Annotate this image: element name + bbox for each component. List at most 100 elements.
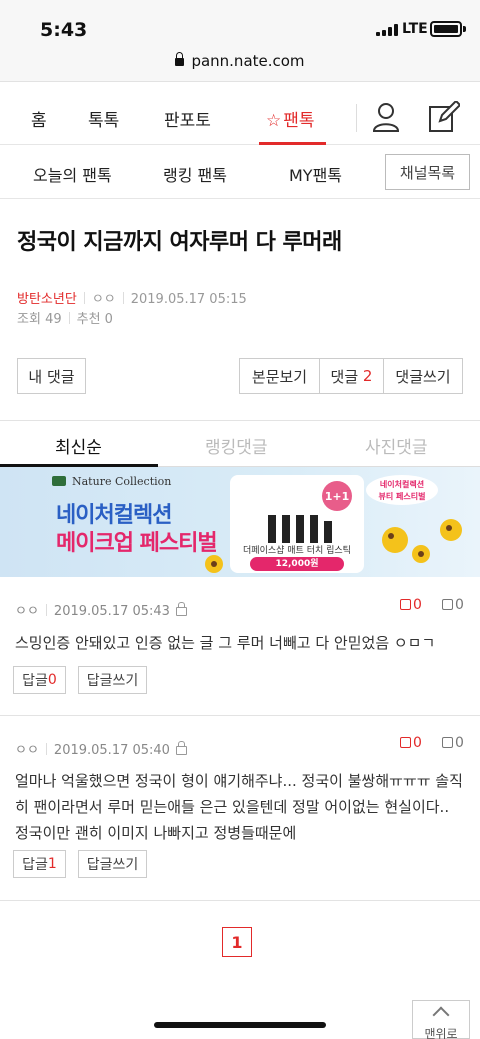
lock-icon: [175, 52, 185, 66]
comment-tabs: 최신순 랭킹댓글 사진댓글: [0, 421, 480, 467]
write-reply-button[interactable]: 답글쓰기: [78, 850, 147, 878]
user-icon[interactable]: [372, 102, 400, 132]
sticker-line1: 네이처컬렉션: [379, 480, 425, 489]
comments-count: 2: [362, 367, 373, 385]
thumbs-down-icon: [442, 737, 453, 748]
browser-chrome: 5:43 LTE pann.nate.com: [0, 0, 480, 82]
url-bar[interactable]: pann.nate.com: [0, 52, 480, 70]
subnav-my[interactable]: MY팬톡: [289, 162, 342, 186]
tab-latest[interactable]: 최신순: [55, 433, 102, 458]
comment-body: 얼마나 억울했으면 정국이 형이 얘기해주냐... 정국이 불쌍해ㅠㅠㅠ 솔직히…: [15, 772, 463, 842]
lipstick-image: [268, 515, 276, 543]
write-icon[interactable]: [428, 101, 460, 133]
reply-button[interactable]: 답글 1: [13, 850, 66, 878]
write-comment-button[interactable]: 댓글쓰기: [383, 358, 463, 394]
promo-badge: 1+1: [322, 481, 352, 511]
chevron-up-icon: [432, 1006, 450, 1024]
tab-ranking[interactable]: 랭킹댓글: [205, 433, 268, 458]
battery-tip: [463, 26, 466, 32]
nav-fantok-label: 팬톡: [283, 111, 315, 131]
thumbs-up-icon: [400, 599, 411, 610]
downvote-button[interactable]: 0: [442, 735, 464, 751]
flower-decoration: [440, 519, 462, 541]
scroll-top-button[interactable]: 맨위로: [412, 1000, 470, 1039]
comment-meta: ㅇㅇ 2019.05.17 05:40: [15, 739, 187, 758]
nav-toktok[interactable]: 톡톡: [88, 106, 119, 131]
status-time: 5:43: [40, 19, 88, 41]
reply-button[interactable]: 답글 0: [13, 666, 66, 694]
comments-button[interactable]: 댓글 2: [319, 358, 384, 394]
channel-list-button[interactable]: 채널목록: [385, 154, 470, 190]
lipstick-image: [324, 521, 332, 543]
main-nav: 홈 톡톡 판포토 ☆ 팬톡: [0, 82, 480, 145]
banner-brand-text: Nature Collection: [72, 475, 172, 488]
divider: [0, 900, 480, 901]
banner-brand: Nature Collection: [52, 475, 171, 488]
recommend-label: 추천: [76, 312, 101, 327]
my-comments-button[interactable]: 내 댓글: [17, 358, 86, 394]
views-label: 조회: [17, 312, 41, 327]
flower-decoration: [412, 545, 430, 563]
star-icon: ☆: [266, 111, 282, 131]
downvote-count: 0: [455, 735, 464, 751]
nav-fantok[interactable]: ☆ 팬톡: [266, 106, 315, 131]
tab-photo[interactable]: 사진댓글: [365, 433, 428, 458]
signal-icon: [376, 24, 398, 36]
url-text: pann.nate.com: [191, 52, 305, 70]
reply-count: 1: [47, 856, 57, 872]
reply-label: 답글: [22, 673, 48, 689]
upvote-count: 0: [413, 735, 422, 751]
ad-banner[interactable]: Nature Collection 네이처컬렉션 메이크업 페스티벌 더페이스샵…: [0, 467, 480, 577]
product-price: 12,000원: [250, 557, 344, 571]
comments-label: 댓글: [330, 367, 359, 386]
upvote-count: 0: [413, 597, 422, 613]
post-date: 2019.05.17 05:15: [130, 292, 247, 307]
comment-author: ㅇㅇ: [15, 743, 39, 758]
comment-author: ㅇㅇ: [15, 604, 39, 619]
product-name: 더페이스샵 매트 터치 립스틱: [243, 546, 351, 556]
comment-meta: ㅇㅇ 2019.05.17 05:43: [15, 600, 187, 619]
post-title: 정국이 지금까지 여자루머 다 루머래: [17, 230, 342, 255]
battery-icon: [430, 21, 462, 37]
reply-label: 답글: [22, 857, 48, 873]
post-category[interactable]: 방탄소년단: [17, 292, 77, 307]
banner-line2: 메이크업 페스티벌: [56, 531, 218, 556]
festival-sticker: 네이처컬렉션 뷰티 페스티벌: [366, 475, 438, 505]
thumbs-up-icon: [400, 737, 411, 748]
sticker-line2: 뷰티 페스티벌: [378, 492, 426, 501]
comment-body: 스밍인증 안돼있고 인증 없는 글 그 루머 너빼고 다 안믿었음 ㅇㅁㄱ: [15, 634, 436, 652]
leaf-icon: [52, 476, 66, 486]
upvote-button[interactable]: 0: [400, 597, 422, 613]
downvote-count: 0: [455, 597, 464, 613]
views-count: 49: [45, 312, 62, 327]
recommend-count: 0: [104, 312, 113, 327]
lock-icon: [175, 741, 187, 755]
home-indicator: [154, 1022, 326, 1028]
nav-panphoto[interactable]: 판포토: [164, 106, 211, 131]
write-reply-button[interactable]: 답글쓰기: [78, 666, 147, 694]
post-meta: 방탄소년단 ㅇㅇ 2019.05.17 05:15: [17, 288, 247, 307]
reply-count: 0: [47, 672, 57, 688]
flower-decoration: [382, 527, 408, 553]
network-label: LTE: [402, 21, 428, 37]
divider: [0, 715, 480, 716]
comment-date: 2019.05.17 05:43: [53, 604, 170, 619]
post-author: ㅇㅇ: [91, 292, 116, 307]
page-1-button[interactable]: 1: [222, 927, 252, 957]
comment-date: 2019.05.17 05:40: [53, 743, 170, 758]
sub-nav: 오늘의 팬톡 랭킹 팬톡 MY팬톡 채널목록: [0, 145, 480, 199]
subnav-today[interactable]: 오늘의 팬톡: [33, 162, 112, 186]
nav-divider: [356, 104, 357, 132]
flower-decoration: [205, 555, 223, 573]
upvote-button[interactable]: 0: [400, 735, 422, 751]
scroll-top-label: 맨위로: [424, 1027, 458, 1039]
lipstick-image: [296, 515, 304, 543]
downvote-button[interactable]: 0: [442, 597, 464, 613]
nav-home[interactable]: 홈: [31, 106, 47, 131]
thumbs-down-icon: [442, 599, 453, 610]
lipstick-image: [310, 515, 318, 543]
subnav-ranking[interactable]: 랭킹 팬톡: [163, 162, 227, 186]
lock-icon: [175, 602, 187, 616]
view-post-button[interactable]: 본문보기: [239, 358, 320, 394]
lipstick-image: [282, 515, 290, 543]
